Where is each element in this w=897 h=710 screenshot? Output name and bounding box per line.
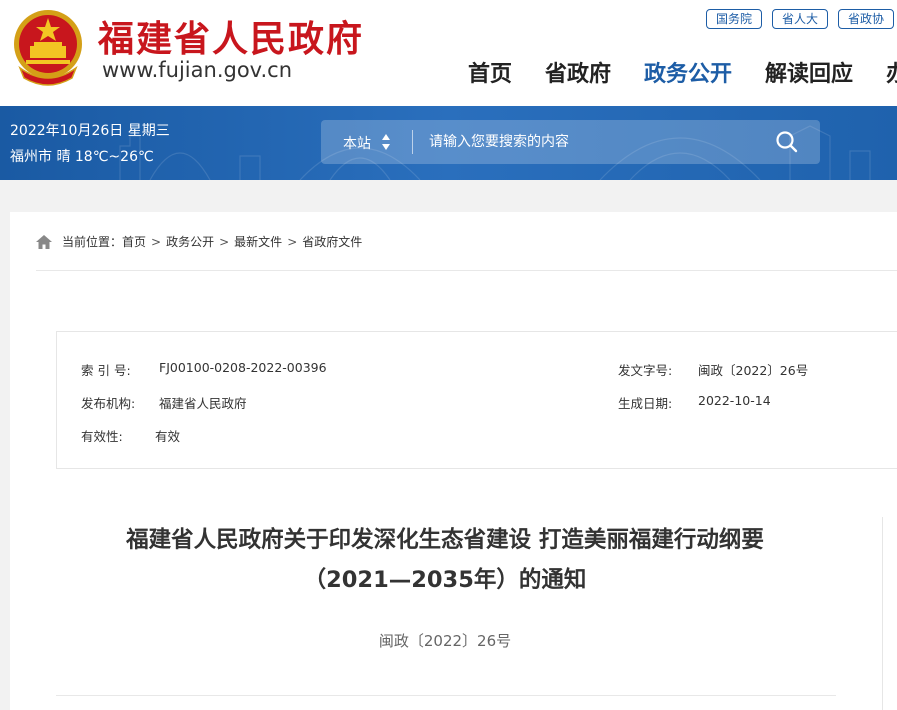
nav-item-home[interactable]: 首页	[468, 56, 512, 88]
search-icon[interactable]	[774, 130, 800, 154]
sort-arrows-icon[interactable]	[381, 133, 391, 151]
site-title[interactable]: 福建省人民政府	[98, 10, 364, 62]
generation-date-label: 生成日期:	[618, 396, 673, 411]
info-search-band: 2022年10月26日 星期三 福州市 晴 18℃~26℃ 本站	[0, 106, 897, 180]
nav-item-government-affairs[interactable]: 政务公开	[644, 56, 732, 88]
document-title-line-2: （2021—2035年）的通知	[303, 567, 587, 593]
home-icon	[36, 234, 52, 249]
top-links: 国务院 省人大 省政协	[705, 9, 894, 29]
issuer-value: 福建省人民政府	[159, 396, 247, 411]
breadcrumb-separator: >	[287, 234, 298, 249]
content-panel: 当前位置： 首页 > 政务公开 > 最新文件 > 省政府文件 索 引 号: FJ…	[10, 212, 897, 710]
national-emblem-icon[interactable]	[12, 8, 84, 86]
issuer-label: 发布机构:	[81, 396, 136, 411]
current-date: 2022年10月26日 星期三	[10, 123, 170, 139]
document-number-label: 发文字号:	[618, 363, 673, 378]
content-divider	[56, 695, 836, 696]
breadcrumb-separator: >	[151, 234, 162, 249]
breadcrumb: 当前位置： 首页 > 政务公开 > 最新文件 > 省政府文件	[36, 233, 362, 250]
nav-item-services[interactable]: 办	[886, 56, 897, 88]
validity-label: 有效性:	[81, 429, 123, 444]
breadcrumb-item-provincial-documents[interactable]: 省政府文件	[302, 233, 362, 250]
main-nav: 首页 省政府 政务公开 解读回应 办	[468, 56, 897, 88]
generation-date-value: 2022-10-14	[698, 393, 771, 408]
site-url[interactable]: www.fujian.gov.cn	[102, 58, 292, 82]
sidebar-divider	[882, 517, 883, 710]
top-link-provincial-congress[interactable]: 省人大	[771, 9, 828, 29]
document-title-line-1: 福建省人民政府关于印发深化生态省建设 打造美丽福建行动纲要	[126, 527, 764, 553]
document-metadata: 索 引 号: FJ00100-0208-2022-00396 发文字号: 闽政〔…	[56, 331, 897, 469]
search-box: 本站	[321, 120, 820, 164]
breadcrumb-item-home[interactable]: 首页	[122, 233, 146, 250]
search-input[interactable]	[429, 131, 759, 153]
top-link-state-council[interactable]: 国务院	[705, 9, 762, 29]
validity-value: 有效	[155, 429, 181, 444]
breadcrumb-divider	[36, 270, 897, 271]
document-title: 福建省人民政府关于印发深化生态省建设 打造美丽福建行动纲要 （2021—2035…	[50, 520, 840, 600]
document-number: 闽政〔2022〕26号	[378, 632, 512, 650]
index-number-label: 索 引 号:	[81, 363, 131, 378]
breadcrumb-separator: >	[219, 234, 230, 249]
document-number-value: 闽政〔2022〕26号	[698, 363, 809, 378]
search-scope-select[interactable]: 本站	[343, 133, 371, 153]
top-link-provincial-cppcc[interactable]: 省政协	[837, 9, 894, 29]
nav-item-interpretation[interactable]: 解读回应	[765, 56, 853, 88]
breadcrumb-prefix: 当前位置：	[62, 235, 123, 249]
weather-info: 福州市 晴 18℃~26℃	[10, 149, 154, 165]
search-divider	[412, 130, 413, 154]
breadcrumb-item-latest-documents[interactable]: 最新文件	[234, 233, 282, 250]
nav-item-provincial-government[interactable]: 省政府	[545, 56, 611, 88]
index-number-value: FJ00100-0208-2022-00396	[159, 360, 327, 375]
site-header: 福建省人民政府 www.fujian.gov.cn 国务院 省人大 省政协 首页…	[0, 0, 897, 106]
breadcrumb-item-government-affairs[interactable]: 政务公开	[166, 233, 214, 250]
